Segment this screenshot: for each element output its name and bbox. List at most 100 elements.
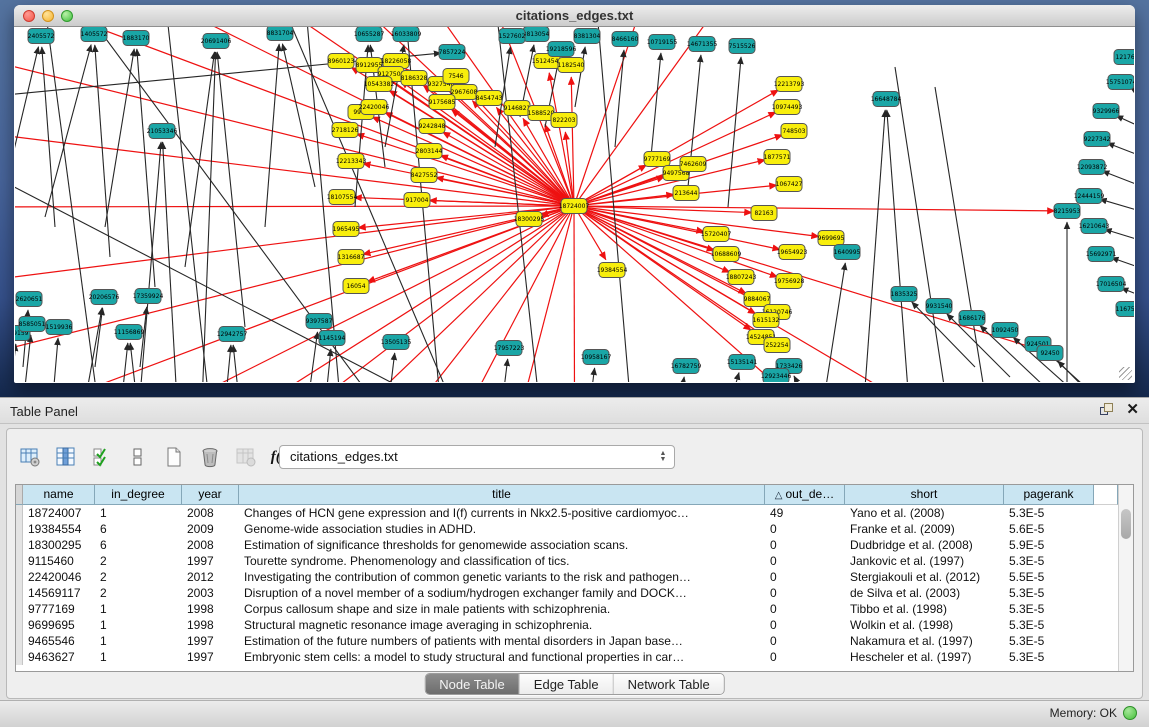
table-row[interactable]: 911546021997Tourette syndrome. Phenomeno… <box>16 553 1118 569</box>
column-header-name[interactable]: name <box>23 485 95 505</box>
graph-node[interactable]: 2718126 <box>332 123 359 138</box>
table-row[interactable]: 1830029562008Estimation of significance … <box>16 537 1118 553</box>
column-header-year[interactable]: year <box>182 485 239 505</box>
graph-node[interactable]: 1316687 <box>338 250 365 265</box>
graph-node[interactable]: 9931540 <box>926 299 953 314</box>
graph-node[interactable]: 16210643 <box>1079 219 1110 234</box>
graph-node[interactable]: 8454743 <box>476 91 503 106</box>
table-source-select[interactable]: citations_edges.txt ▲▼ <box>279 445 675 469</box>
graph-node[interactable]: 1883170 <box>123 31 150 46</box>
graph-node[interactable]: 17957223 <box>494 341 525 356</box>
column-header-in_degree[interactable]: in_degree <box>95 485 182 505</box>
graph-node[interactable]: 15720407 <box>701 227 732 242</box>
graph-node[interactable]: 13505135 <box>381 335 412 350</box>
citation-network-graph[interactable]: 1872400789601238912955182260589127502105… <box>15 27 1134 382</box>
graph-node[interactable]: 12213793 <box>774 77 805 92</box>
graph-node[interactable]: 10958167 <box>581 350 612 365</box>
graph-node[interactable]: 16782759 <box>671 359 702 374</box>
graph-node[interactable]: 1640995 <box>834 245 861 260</box>
graph-node[interactable]: 18300295 <box>514 212 545 227</box>
graph-node[interactable]: 12444159 <box>1074 189 1105 204</box>
graph-node[interactable]: 121763 <box>1114 50 1134 65</box>
graph-node[interactable]: 2405572 <box>28 29 55 44</box>
graph-node[interactable]: 22420046 <box>359 100 390 115</box>
graph-node[interactable]: 10974493 <box>772 100 803 115</box>
graph-node[interactable]: 12923446 <box>761 369 792 383</box>
new-column-button[interactable] <box>161 444 187 470</box>
graph-node[interactable]: 12942757 <box>217 327 248 342</box>
graph-node[interactable]: 7462609 <box>680 157 707 172</box>
graph-node[interactable]: 21053346 <box>147 124 178 139</box>
graph-node[interactable]: 1877571 <box>764 150 791 165</box>
graph-node[interactable]: 82163 <box>751 206 777 221</box>
graph-node[interactable]: 1686176 <box>959 311 986 326</box>
table-row[interactable]: 2242004622012Investigating the contribut… <box>16 569 1118 585</box>
graph-node[interactable]: 7857224 <box>439 45 466 60</box>
graph-node[interactable]: 8381304 <box>574 29 601 44</box>
graph-node[interactable]: 1965495 <box>333 222 360 237</box>
table-row[interactable]: 969969511998Structural magnetic resonanc… <box>16 617 1118 633</box>
graph-node[interactable]: 1519936 <box>46 320 73 335</box>
table-row[interactable]: 1938455462009Genome-wide association stu… <box>16 521 1118 537</box>
graph-node[interactable]: 252254 <box>764 338 790 353</box>
graph-node[interactable]: 16033809 <box>391 27 422 42</box>
column-header-pagerank[interactable]: pagerank <box>1004 485 1094 505</box>
graph-node[interactable]: 1835325 <box>891 287 918 302</box>
table-row[interactable]: 1456911722003Disruption of a novel membe… <box>16 585 1118 601</box>
column-header-out_de[interactable]: △out_de… <box>765 485 845 505</box>
graph-node[interactable]: 16054 <box>343 279 369 294</box>
graph-node[interactable]: 19218596 <box>546 42 577 57</box>
graph-node[interactable]: 1527602 <box>499 29 526 44</box>
graph-node[interactable]: 19384554 <box>597 263 628 278</box>
graph-node[interactable]: 15751074 <box>1106 75 1134 90</box>
column-header-short[interactable]: short <box>845 485 1004 505</box>
graph-node[interactable]: 12213343 <box>336 154 367 169</box>
graph-node[interactable]: 10543382 <box>364 77 395 92</box>
graph-node[interactable]: 10688609 <box>711 247 742 262</box>
graph-node[interactable]: 12093872 <box>1077 160 1108 175</box>
graph-node[interactable]: 1067427 <box>776 177 803 192</box>
table-row[interactable]: 946362711997Embryonic stem cells: a mode… <box>16 649 1118 665</box>
graph-node[interactable]: 20691406 <box>201 34 232 49</box>
graph-node[interactable]: 8215953 <box>1054 204 1081 219</box>
graph-node[interactable]: 748503 <box>781 124 807 139</box>
graph-node[interactable]: 11156869 <box>114 325 145 340</box>
graph-node[interactable]: 9397587 <box>306 314 333 329</box>
graph-node[interactable]: 9175685 <box>429 95 456 110</box>
graph-node[interactable]: 9329966 <box>1093 104 1120 119</box>
graph-node[interactable]: 15692971 <box>1086 247 1117 262</box>
memory-status-indicator[interactable] <box>1123 706 1137 720</box>
graph-node[interactable]: 19654923 <box>777 245 808 260</box>
graph-node[interactable]: 16648784 <box>871 92 902 107</box>
tab-network-table[interactable]: Network Table <box>614 674 724 694</box>
graph-node[interactable]: 9227342 <box>1084 132 1111 147</box>
graph-node[interactable]: 18724007 <box>559 199 590 214</box>
graph-node[interactable]: 9242848 <box>419 119 446 134</box>
graph-node[interactable]: 18807243 <box>726 270 757 285</box>
graph-node[interactable]: 20206576 <box>89 290 120 305</box>
graph-node[interactable]: 7515526 <box>729 39 756 54</box>
graph-node[interactable]: 8186328 <box>401 71 428 86</box>
show-columns-button[interactable] <box>53 444 79 470</box>
graph-node[interactable]: 7546 <box>443 69 469 84</box>
graph-node[interactable]: 10719155 <box>647 35 678 50</box>
graph-node[interactable]: 8960123 <box>328 54 355 69</box>
graph-node[interactable]: 1405572 <box>81 27 108 42</box>
graph-node[interactable]: 17016504 <box>1096 277 1127 292</box>
graph-node[interactable]: 92450 <box>1037 346 1063 361</box>
graph-node[interactable]: 8831704 <box>267 27 294 41</box>
window-resize-grip[interactable] <box>1119 367 1132 380</box>
select-rows-button[interactable] <box>89 444 115 470</box>
graph-node[interactable]: 14671355 <box>687 37 718 52</box>
graph-node[interactable]: 9146821 <box>504 101 531 116</box>
float-panel-icon[interactable] <box>1100 403 1114 417</box>
scrollbar-thumb[interactable] <box>1121 509 1131 539</box>
graph-node[interactable]: 1615132 <box>753 313 780 328</box>
network-canvas[interactable]: 1872400789601238912955182260589127502105… <box>15 27 1134 382</box>
graph-node[interactable]: 1145194 <box>319 331 346 346</box>
close-panel-icon[interactable]: ✕ <box>1126 403 1139 417</box>
graph-node[interactable]: 8427552 <box>411 168 438 183</box>
table-row[interactable]: 946554611997Estimation of the future num… <box>16 633 1118 649</box>
graph-node[interactable]: 2803144 <box>416 144 443 159</box>
graph-node[interactable]: 1092450 <box>992 323 1019 338</box>
